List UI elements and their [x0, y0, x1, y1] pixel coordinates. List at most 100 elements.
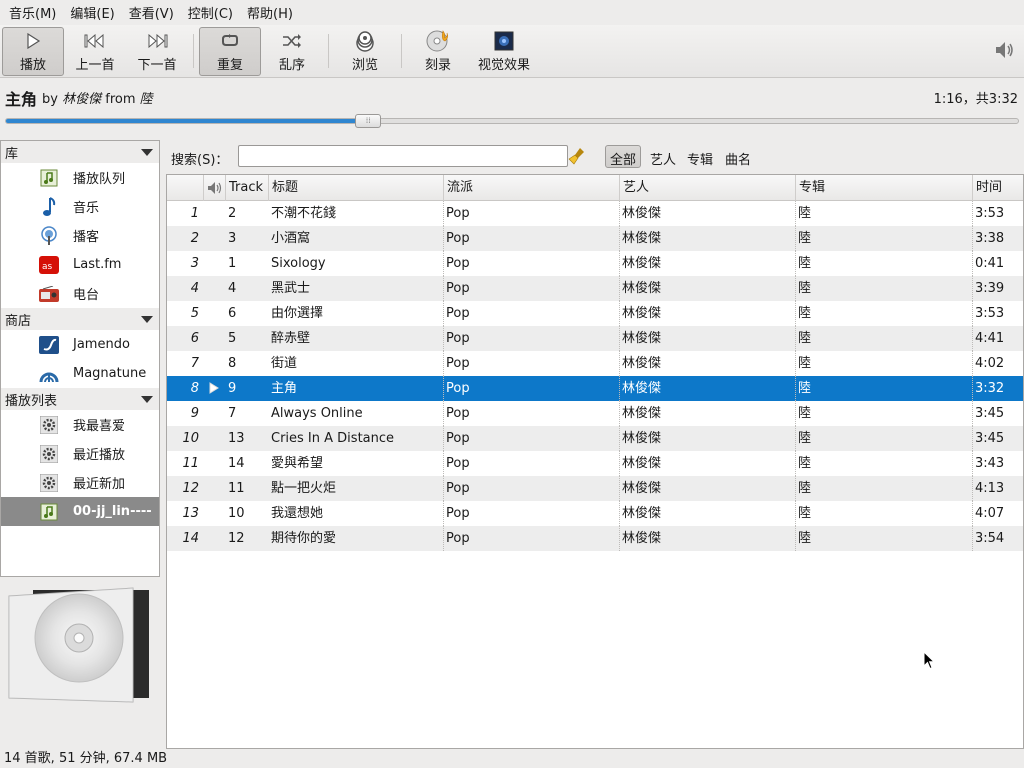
column-divider: [619, 251, 620, 276]
cell-album: 陸: [798, 356, 812, 371]
previous-icon: [84, 30, 106, 52]
visual-effects-button[interactable]: 视觉效果: [469, 27, 539, 76]
section-header-stores[interactable]: 商店: [1, 308, 159, 330]
cell-track: 13: [228, 431, 245, 446]
cell-genre: Pop: [446, 431, 470, 446]
column-number[interactable]: [167, 175, 203, 201]
table-row[interactable]: 3 1 Sixology Pop 林俊傑 陸 0:41: [167, 251, 1023, 276]
column-track[interactable]: Track: [225, 175, 268, 201]
sidebar-item-jamendo[interactable]: Jamendo: [1, 330, 159, 359]
seek-handle[interactable]: ⁞⁞: [355, 114, 382, 128]
clear-search-icon[interactable]: [566, 145, 588, 167]
seek-slider[interactable]: ⁞⁞: [5, 114, 1019, 128]
menu-view[interactable]: 查看(V): [122, 1, 181, 24]
column-divider: [443, 501, 444, 526]
search-input[interactable]: [238, 145, 568, 167]
next-button[interactable]: 下一首: [126, 27, 188, 76]
cell-album: 陸: [798, 306, 812, 321]
shuffle-button[interactable]: 乱序: [261, 27, 323, 76]
filter-titles[interactable]: 曲名: [720, 145, 756, 168]
cell-artist: 林俊傑: [622, 431, 662, 446]
column-divider: [443, 451, 444, 476]
cell-artist: 林俊傑: [622, 256, 662, 271]
browse-button[interactable]: 浏览: [334, 27, 396, 76]
sidebar-item-playlist[interactable]: 00-jj_lin----: [1, 497, 159, 526]
music-note-icon: [39, 196, 59, 217]
table-row[interactable]: 10 13 Cries In A Distance Pop 林俊傑 陸 3:45: [167, 426, 1023, 451]
album-art-placeholder: [5, 586, 157, 708]
cell-genre: Pop: [446, 281, 470, 296]
menu-help[interactable]: 帮助(H): [240, 1, 300, 24]
column-time[interactable]: 时间: [972, 175, 1023, 201]
cell-artist: 林俊傑: [622, 381, 662, 396]
table-row[interactable]: 1 2 不潮不花錢 Pop 林俊傑 陸 3:53: [167, 201, 1023, 226]
column-playing[interactable]: [203, 175, 225, 201]
column-divider: [443, 226, 444, 251]
table-row[interactable]: 2 3 小酒窩 Pop 林俊傑 陸 3:38: [167, 226, 1023, 251]
cell-title: Cries In A Distance: [271, 431, 395, 446]
table-row[interactable]: 12 11 點一把火炬 Pop 林俊傑 陸 4:13: [167, 476, 1023, 501]
volume-button[interactable]: [994, 40, 1016, 64]
cell-artist: 林俊傑: [622, 406, 662, 421]
column-divider: [619, 376, 620, 401]
cell-number: 1: [190, 206, 199, 221]
cell-time: 3:39: [975, 281, 1005, 296]
sidebar-item-music[interactable]: 音乐: [1, 192, 159, 221]
menu-control[interactable]: 控制(C): [181, 1, 240, 24]
seek-progress: [6, 119, 369, 123]
table-row[interactable]: 13 10 我還想她 Pop 林俊傑 陸 4:07: [167, 501, 1023, 526]
filter-artists[interactable]: 艺人: [645, 145, 681, 168]
sidebar-item-magnatune[interactable]: Magnatune: [1, 359, 159, 388]
cell-number: 3: [190, 256, 199, 271]
sidebar-item-lastfm[interactable]: as Last.fm: [1, 250, 159, 279]
table-row[interactable]: 7 8 街道 Pop 林俊傑 陸 4:02: [167, 351, 1023, 376]
sidebar-item-recently-played[interactable]: 最近播放: [1, 439, 159, 468]
magnatune-icon: [39, 364, 59, 384]
cell-playing: [203, 226, 225, 251]
burn-button[interactable]: 刻录: [407, 27, 469, 76]
table-row[interactable]: 6 5 醉赤壁 Pop 林俊傑 陸 4:41: [167, 326, 1023, 351]
repeat-button[interactable]: 重复: [199, 26, 261, 76]
filter-all[interactable]: 全部: [605, 145, 642, 168]
column-genre[interactable]: 流派: [443, 175, 619, 201]
menu-edit[interactable]: 编辑(E): [63, 1, 121, 24]
gear-icon: [39, 415, 59, 435]
filter-albums[interactable]: 专辑: [682, 145, 718, 168]
sidebar-item-radio[interactable]: 电台: [1, 279, 159, 308]
play-button[interactable]: 播放: [2, 26, 64, 76]
column-artist[interactable]: 艺人: [619, 175, 795, 201]
cell-track: 14: [228, 456, 245, 471]
sidebar-item-play-queue[interactable]: 播放队列: [1, 163, 159, 192]
menu-music[interactable]: 音乐(M): [2, 1, 63, 24]
previous-button[interactable]: 上一首: [64, 27, 126, 76]
column-divider: [795, 476, 796, 501]
cell-playing: [203, 401, 225, 426]
cell-artist: 林俊傑: [622, 231, 662, 246]
table-row[interactable]: 14 12 期待你的愛 Pop 林俊傑 陸 3:54: [167, 526, 1023, 551]
table-row[interactable]: 5 6 由你選擇 Pop 林俊傑 陸 3:53: [167, 301, 1023, 326]
cell-track: 6: [228, 306, 237, 321]
collapse-arrow-icon[interactable]: [141, 315, 153, 323]
column-divider: [619, 526, 620, 551]
sidebar-item-podcasts[interactable]: 播客: [1, 221, 159, 250]
column-divider: [619, 501, 620, 526]
column-divider: [619, 476, 620, 501]
column-album[interactable]: 专辑: [795, 175, 972, 201]
cell-track: 9: [228, 381, 237, 396]
table-row[interactable]: 9 7 Always Online Pop 林俊傑 陸 3:45: [167, 401, 1023, 426]
table-row[interactable]: 8 9 主角 Pop 林俊傑 陸 3:32: [167, 376, 1023, 401]
collapse-arrow-icon[interactable]: [141, 148, 153, 156]
cell-title: 愛與希望: [271, 456, 324, 471]
table-row[interactable]: 11 14 愛與希望 Pop 林俊傑 陸 3:43: [167, 451, 1023, 476]
collapse-arrow-icon[interactable]: [141, 395, 153, 403]
sidebar-item-recently-added[interactable]: 最近新加: [1, 468, 159, 497]
cell-album: 陸: [798, 481, 812, 496]
section-header-library[interactable]: 库: [1, 141, 159, 163]
table-row[interactable]: 4 4 黑武士 Pop 林俊傑 陸 3:39: [167, 276, 1023, 301]
column-title[interactable]: 标题: [268, 175, 443, 201]
jamendo-icon: [39, 335, 59, 355]
sidebar-item-favorites[interactable]: 我最喜爱: [1, 410, 159, 439]
section-header-playlists[interactable]: 播放列表: [1, 388, 159, 410]
column-divider: [795, 351, 796, 376]
cell-playing: [203, 201, 225, 226]
